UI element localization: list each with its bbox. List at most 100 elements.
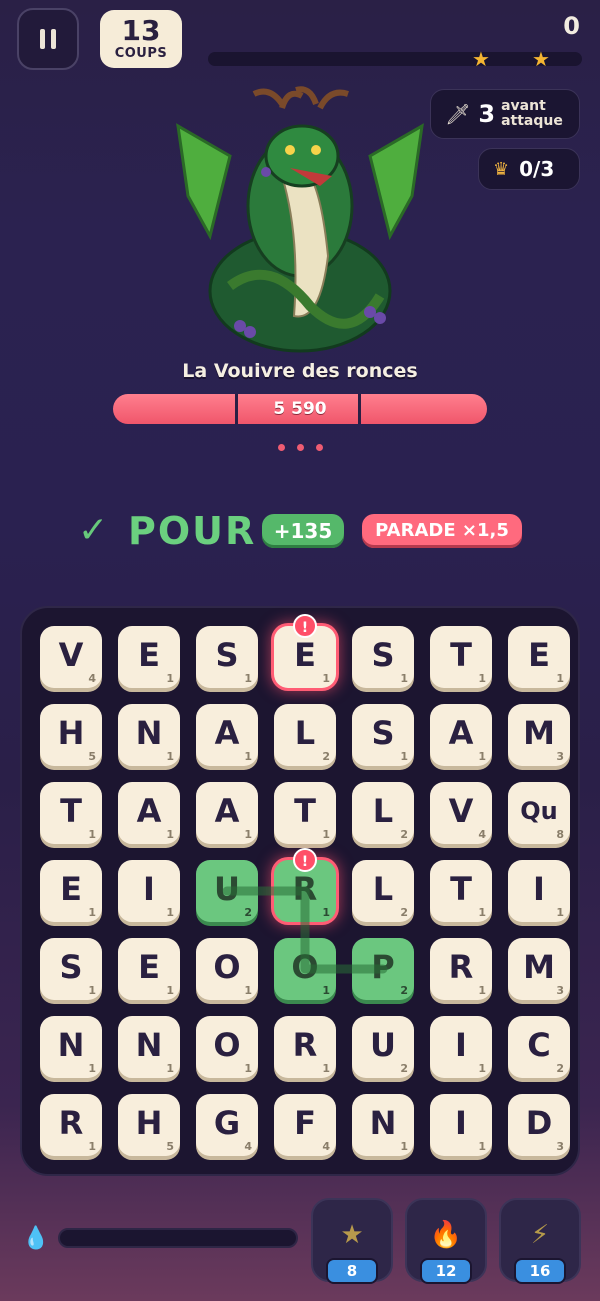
power-count-badge: 16 (514, 1258, 566, 1284)
tile-points: 2 (400, 984, 408, 997)
page-dots (0, 436, 600, 455)
tile-points: 1 (88, 906, 96, 919)
letter-tile[interactable]: H5 (40, 704, 102, 766)
letter-tile[interactable]: O1 (274, 938, 336, 1000)
water-drop-icon: 💧 (22, 1226, 50, 1251)
letter-tile[interactable]: L2 (352, 860, 414, 922)
letter-tile[interactable]: I1 (430, 1016, 492, 1078)
letter-tile[interactable]: L2 (274, 704, 336, 766)
letter-tile[interactable]: F4 (274, 1094, 336, 1156)
star-power-button[interactable]: ★ 8 (311, 1198, 393, 1284)
crown-counter: ♛ 0/3 (478, 148, 580, 190)
power-count-badge: 12 (420, 1258, 472, 1284)
tile-points: 3 (556, 1140, 564, 1153)
pause-button[interactable] (17, 8, 79, 70)
tile-points: 4 (478, 828, 486, 841)
letter-tile[interactable]: N1 (118, 1016, 180, 1078)
tile-points: 1 (322, 984, 330, 997)
tile-points: 1 (322, 672, 330, 685)
tile-points: 1 (322, 906, 330, 919)
attack-label-line1: avant (501, 98, 546, 114)
letter-tile[interactable]: S1 (352, 626, 414, 688)
letter-tile[interactable]: C2 (508, 1016, 570, 1078)
letter-tile[interactable]: R1 (40, 1094, 102, 1156)
letter-tile[interactable]: S1 (352, 704, 414, 766)
tile-points: 1 (322, 828, 330, 841)
letter-tile[interactable]: N1 (118, 704, 180, 766)
tile-points: 1 (244, 984, 252, 997)
tile-points: 1 (166, 906, 174, 919)
letter-tile[interactable]: I1 (508, 860, 570, 922)
boss-dragon-image[interactable] (170, 86, 430, 362)
boss-name: La Vouivre des ronces (182, 360, 418, 382)
warning-icon: ! (293, 848, 317, 872)
tile-points: 5 (88, 750, 96, 763)
letter-tile[interactable]: T1 (430, 626, 492, 688)
letter-tile[interactable]: S1 (196, 626, 258, 688)
letter-tile[interactable]: I1 (430, 1094, 492, 1156)
moves-label: COUPS (114, 46, 168, 61)
parade-bonus-badge: PARADE ×1,5 (362, 514, 522, 548)
letter-tile[interactable]: A1 (196, 782, 258, 844)
letter-tile[interactable]: A1 (196, 704, 258, 766)
crown-icon: ♛ (493, 158, 510, 180)
letter-tile[interactable]: V4 (40, 626, 102, 688)
tile-points: 1 (88, 1140, 96, 1153)
letter-tile[interactable]: I1 (118, 860, 180, 922)
boss-hp-value: 5 590 (273, 399, 327, 419)
letter-tile[interactable]: S1 (40, 938, 102, 1000)
tile-points: 3 (556, 984, 564, 997)
tile-points: 4 (88, 672, 96, 685)
letter-tile[interactable]: T1 (430, 860, 492, 922)
letter-tile[interactable]: M3 (508, 704, 570, 766)
tile-points: 1 (244, 672, 252, 685)
tile-points: 8 (556, 828, 564, 841)
letter-tile[interactable]: E1 (508, 626, 570, 688)
tile-points: 2 (400, 1062, 408, 1075)
page-dot (277, 444, 285, 451)
tile-points: 1 (88, 984, 96, 997)
tile-points: 2 (322, 750, 330, 763)
letter-tile[interactable]: Qu 8 (508, 782, 570, 844)
letter-tile[interactable]: L2 (352, 782, 414, 844)
letter-tile[interactable]: T1 (274, 782, 336, 844)
letter-tile[interactable]: N1 (40, 1016, 102, 1078)
tile-points: 1 (322, 1062, 330, 1075)
letter-tile[interactable]: E1 (118, 938, 180, 1000)
moves-counter: 13 COUPS (100, 10, 182, 68)
letter-tile[interactable]: P2 (352, 938, 414, 1000)
tile-points: 1 (244, 828, 252, 841)
lightning-power-button[interactable]: ⚡ 16 (499, 1198, 581, 1284)
lightning-icon: ⚡ (530, 1220, 550, 1250)
water-gauge (58, 1228, 298, 1248)
power-count-badge: 8 (326, 1258, 378, 1284)
warning-icon: ! (293, 614, 317, 638)
letter-tile[interactable]: T1 (40, 782, 102, 844)
current-word: POUR (128, 509, 257, 553)
sword-icon: 🗡 (445, 102, 471, 126)
fire-power-button[interactable]: 🔥 12 (405, 1198, 487, 1284)
letter-tile[interactable]: N1 (352, 1094, 414, 1156)
check-icon: ✓ (78, 510, 109, 551)
letter-tile[interactable]: A1 (430, 704, 492, 766)
tile-points: 1 (400, 672, 408, 685)
tile-points: 1 (166, 1062, 174, 1075)
letter-tile[interactable]: U2 (352, 1016, 414, 1078)
letter-tile[interactable]: E1 (40, 860, 102, 922)
letter-tile[interactable]: V4 (430, 782, 492, 844)
pause-icon (40, 29, 45, 49)
tile-points: 1 (244, 750, 252, 763)
letter-tile[interactable]: O1 (196, 1016, 258, 1078)
letter-tile[interactable]: R1 (430, 938, 492, 1000)
letter-tile[interactable]: U2 (196, 860, 258, 922)
letter-tile[interactable]: A1 (118, 782, 180, 844)
letter-tile[interactable]: G4 (196, 1094, 258, 1156)
letter-tile[interactable]: E1 (118, 626, 180, 688)
letter-tile[interactable]: M3 (508, 938, 570, 1000)
current-word-row: ✓ POUR +135 PARADE ×1,5 (0, 508, 600, 554)
letter-tile[interactable]: O1 (196, 938, 258, 1000)
letter-tile[interactable]: R1 (274, 1016, 336, 1078)
letter-tile[interactable]: D3 (508, 1094, 570, 1156)
tile-points: 2 (244, 906, 252, 919)
letter-tile[interactable]: H5 (118, 1094, 180, 1156)
